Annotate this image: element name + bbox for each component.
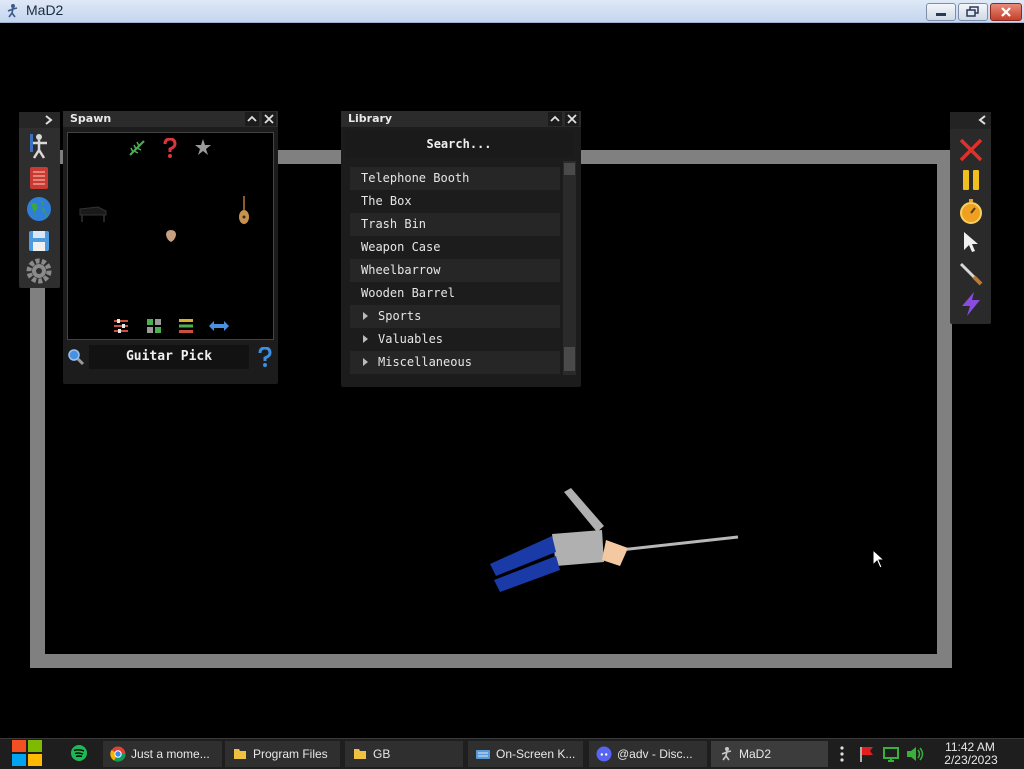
spawn-preview-area[interactable] bbox=[67, 132, 274, 340]
collapse-icon[interactable] bbox=[245, 112, 259, 126]
library-category[interactable]: Valuables bbox=[350, 328, 560, 351]
library-list: Telephone Booth The Box Trash Bin Weapon… bbox=[350, 167, 560, 374]
lightning-icon[interactable] bbox=[958, 291, 984, 317]
folder-icon bbox=[234, 749, 246, 759]
left-toolbar-header bbox=[19, 112, 60, 128]
spawn-panel: Spawn Guitar Pick bbox=[63, 111, 278, 384]
keyboard-icon bbox=[476, 750, 490, 759]
notebook-icon[interactable] bbox=[25, 164, 53, 192]
close-icon[interactable] bbox=[565, 112, 579, 126]
library-panel: Library Telephone Booth The Box Trash Bi… bbox=[341, 111, 581, 387]
minimize-icon bbox=[936, 13, 946, 16]
flag-icon[interactable] bbox=[858, 745, 876, 763]
plant-icon[interactable] bbox=[128, 139, 146, 157]
library-category[interactable]: Miscellaneous bbox=[350, 351, 560, 374]
stopwatch-icon[interactable] bbox=[958, 198, 984, 224]
clock-date[interactable]: 2/23/2023 bbox=[936, 753, 1006, 767]
expand-arrow-icon bbox=[363, 335, 368, 343]
chevron-right-icon[interactable] bbox=[44, 115, 54, 125]
ragdoll-head bbox=[602, 540, 628, 566]
library-item[interactable]: The Box bbox=[350, 190, 560, 213]
library-item[interactable]: Wheelbarrow bbox=[350, 259, 560, 282]
taskbar-item-program-files[interactable]: Program Files bbox=[225, 741, 340, 767]
spawn-panel-header[interactable]: Spawn bbox=[63, 111, 278, 127]
volume-icon[interactable] bbox=[905, 745, 925, 763]
clock-time[interactable]: 11:42 AM bbox=[940, 740, 1000, 754]
library-scrollbar[interactable] bbox=[563, 161, 576, 375]
minimize-button[interactable] bbox=[926, 3, 956, 21]
library-search-input[interactable] bbox=[345, 131, 573, 157]
library-item[interactable]: Weapon Case bbox=[350, 236, 560, 259]
pause-icon[interactable] bbox=[958, 167, 984, 193]
knife-icon[interactable] bbox=[958, 260, 984, 286]
app-icon bbox=[7, 4, 18, 18]
mad2-icon bbox=[721, 747, 732, 761]
library-item[interactable]: Wooden Barrel bbox=[350, 282, 560, 305]
right-toolbar bbox=[950, 112, 991, 324]
overflow-menu-icon[interactable] bbox=[838, 745, 846, 763]
collapse-icon[interactable] bbox=[548, 112, 562, 126]
arena-wall-bottom bbox=[30, 654, 952, 668]
gear-icon[interactable] bbox=[25, 257, 53, 285]
network-icon[interactable] bbox=[882, 745, 900, 763]
ragdoll-arm bbox=[564, 488, 604, 532]
taskbar-item-chrome[interactable]: Just a mome... bbox=[103, 741, 222, 767]
save-icon[interactable] bbox=[25, 227, 53, 255]
scrollbar-thumb[interactable] bbox=[564, 347, 575, 371]
globe-icon[interactable] bbox=[25, 195, 53, 223]
piano-item-icon[interactable] bbox=[78, 205, 108, 223]
spotify-icon[interactable] bbox=[70, 744, 88, 762]
window-title: MaD2 bbox=[26, 2, 64, 18]
start-button-icon[interactable] bbox=[10, 738, 44, 768]
chevron-left-icon[interactable] bbox=[978, 115, 988, 125]
guitar-pick-item-icon[interactable] bbox=[165, 229, 177, 243]
spawn-panel-title: Spawn bbox=[70, 112, 112, 125]
scrollbar-up-handle[interactable] bbox=[564, 163, 575, 175]
taskbar-item-on-screen-keyboard[interactable]: On-Screen K... bbox=[468, 741, 583, 767]
library-panel-header[interactable]: Library bbox=[341, 111, 581, 127]
expand-arrow-icon bbox=[363, 358, 368, 366]
list-view-icon[interactable] bbox=[178, 318, 194, 334]
restore-icon bbox=[966, 6, 979, 17]
left-toolbar bbox=[19, 112, 60, 288]
right-toolbar-header bbox=[950, 112, 991, 129]
taskbar-item-discord[interactable]: @adv - Disc... bbox=[589, 741, 707, 767]
library-panel-title: Library bbox=[348, 112, 393, 125]
folder-icon bbox=[354, 749, 366, 759]
held-rod bbox=[619, 535, 739, 552]
mouse-cursor-icon bbox=[872, 549, 886, 569]
ragdoll-torso bbox=[552, 530, 604, 566]
window-title-bar: MaD2 bbox=[0, 0, 1024, 23]
cursor-tool-icon[interactable] bbox=[958, 229, 984, 255]
question-icon[interactable] bbox=[162, 138, 178, 158]
taskbar: Just a mome... Program Files GB On-Scree… bbox=[0, 738, 1024, 769]
close-icon[interactable] bbox=[262, 112, 276, 126]
expand-arrow-icon bbox=[363, 312, 368, 320]
help-icon[interactable] bbox=[257, 347, 273, 367]
sliders-icon[interactable] bbox=[112, 317, 130, 335]
star-icon[interactable] bbox=[194, 138, 212, 156]
character-icon[interactable] bbox=[25, 132, 53, 160]
library-item[interactable]: Telephone Booth bbox=[350, 167, 560, 190]
library-item[interactable]: Trash Bin bbox=[350, 213, 560, 236]
guitar-item-icon[interactable] bbox=[237, 195, 251, 225]
selected-item-name: Guitar Pick bbox=[89, 345, 249, 369]
discord-icon bbox=[596, 746, 612, 762]
chrome-icon bbox=[110, 746, 126, 762]
restore-button[interactable] bbox=[958, 3, 988, 21]
grid-view-icon[interactable] bbox=[146, 318, 162, 334]
delete-icon[interactable] bbox=[958, 137, 984, 163]
close-window-button[interactable] bbox=[990, 3, 1022, 21]
swap-arrows-icon[interactable] bbox=[208, 319, 230, 333]
search-icon[interactable] bbox=[67, 348, 85, 366]
ragdoll-character[interactable] bbox=[480, 480, 750, 600]
taskbar-item-mad2[interactable]: MaD2 bbox=[711, 741, 828, 767]
close-icon bbox=[1001, 7, 1011, 17]
taskbar-item-gb[interactable]: GB bbox=[345, 741, 463, 767]
library-category[interactable]: Sports bbox=[350, 305, 560, 328]
